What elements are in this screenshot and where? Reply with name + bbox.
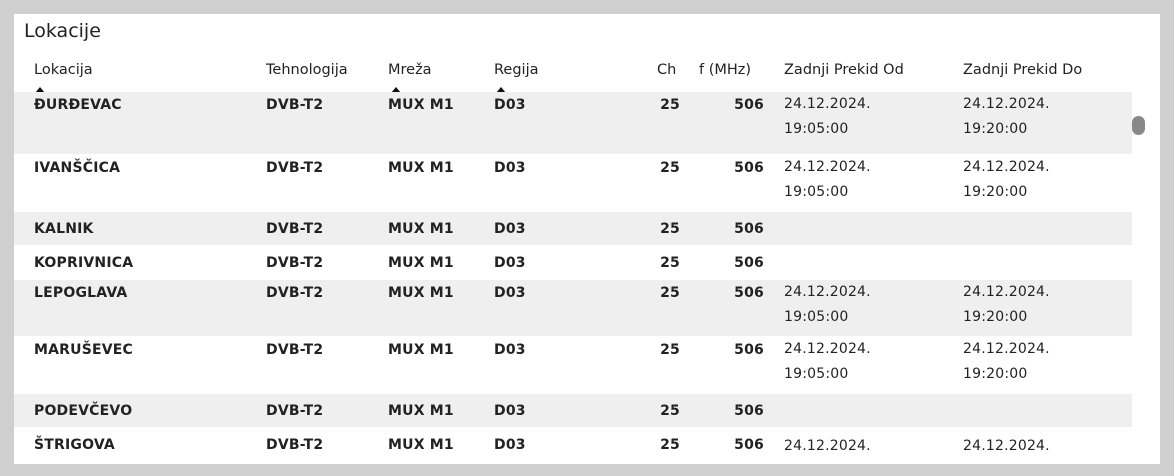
cell-f: 506 (734, 255, 764, 271)
cell-mreza: MUX M1 (388, 342, 454, 358)
column-header-regija[interactable]: Regija (494, 62, 539, 78)
do-date: 24.12.2024. (963, 341, 1050, 357)
cell-lokacija: ĐURĐEVAC (34, 97, 122, 113)
cell-tehnologija: DVB-T2 (266, 160, 324, 176)
do-time: 19:20:00 (963, 184, 1028, 200)
cell-f: 506 (734, 221, 764, 237)
cell-ch: 25 (660, 221, 680, 237)
column-header-zadnji-prekid-od[interactable]: Zadnji Prekid Od (784, 62, 904, 78)
cell-do: 24.12.2024. 19:20:00 (963, 280, 1050, 330)
od-date: 24.12.2024. (784, 341, 871, 357)
cell-regija: D03 (494, 437, 526, 453)
table-body: ĐURĐEVAC DVB-T2 MUX M1 D03 25 506 24.12.… (14, 92, 1132, 462)
column-header-zadnji-prekid-do[interactable]: Zadnji Prekid Do (963, 62, 1082, 78)
od-date: 24.12.2024. (784, 96, 871, 112)
od-time: 19:05:00 (784, 366, 849, 382)
cell-od: 24.12.2024. 19:05:00 (784, 92, 871, 142)
table-row[interactable]: ŠTRIGOVA DVB-T2 MUX M1 D03 25 506 24.12.… (14, 428, 1132, 462)
column-header-f-mhz[interactable]: f (MHz) (699, 62, 751, 78)
cell-lokacija: KOPRIVNICA (34, 255, 134, 271)
od-time: 19:05:00 (784, 184, 849, 200)
cell-lokacija: PODEVČEVO (34, 403, 133, 419)
cell-lokacija: ŠTRIGOVA (34, 437, 115, 453)
cell-regija: D03 (494, 255, 526, 271)
cell-do: 24.12.2024. 19:20:00 (963, 337, 1050, 387)
cell-f: 506 (734, 342, 764, 358)
cell-ch: 25 (660, 255, 680, 271)
cell-f: 506 (734, 97, 764, 113)
cell-mreza: MUX M1 (388, 97, 454, 113)
cell-do: 24.12.2024. 19:20:00 (963, 92, 1050, 142)
cell-lokacija: MARUŠEVEC (34, 342, 134, 358)
od-time: 19:05:00 (784, 309, 849, 325)
cell-tehnologija: DVB-T2 (266, 285, 324, 301)
cell-ch: 25 (660, 342, 680, 358)
cell-lokacija: LEPOGLAVA (34, 285, 128, 301)
cell-ch: 25 (660, 160, 680, 176)
cell-regija: D03 (494, 160, 526, 176)
cell-tehnologija: DVB-T2 (266, 221, 324, 237)
table-row[interactable]: IVANŠČICA DVB-T2 MUX M1 D03 25 506 24.12… (14, 155, 1132, 212)
cell-do: 24.12.2024. (963, 434, 1050, 459)
cell-ch: 25 (660, 403, 680, 419)
cell-tehnologija: DVB-T2 (266, 342, 324, 358)
cell-od: 24.12.2024. (784, 434, 871, 459)
cell-regija: D03 (494, 97, 526, 113)
od-date: 24.12.2024. (784, 284, 871, 300)
od-date: 24.12.2024. (784, 159, 871, 175)
cell-mreza: MUX M1 (388, 221, 454, 237)
cell-ch: 25 (660, 437, 680, 453)
do-date: 24.12.2024. (963, 159, 1050, 175)
cell-tehnologija: DVB-T2 (266, 403, 324, 419)
column-header-mreza[interactable]: Mreža (388, 62, 432, 78)
cell-od: 24.12.2024. 19:05:00 (784, 155, 871, 205)
od-time: 19:05:00 (784, 121, 849, 137)
cell-lokacija: IVANŠČICA (34, 160, 121, 176)
cell-f: 506 (734, 160, 764, 176)
cell-do: 24.12.2024. 19:20:00 (963, 155, 1050, 205)
cell-tehnologija: DVB-T2 (266, 437, 324, 453)
cell-regija: D03 (494, 285, 526, 301)
cell-mreza: MUX M1 (388, 403, 454, 419)
cell-ch: 25 (660, 97, 680, 113)
cell-mreza: MUX M1 (388, 285, 454, 301)
cell-tehnologija: DVB-T2 (266, 97, 324, 113)
column-header-ch[interactable]: Ch (657, 62, 676, 78)
cell-mreza: MUX M1 (388, 255, 454, 271)
cell-regija: D03 (494, 342, 526, 358)
table-row[interactable]: LEPOGLAVA DVB-T2 MUX M1 D03 25 506 24.12… (14, 280, 1132, 337)
cell-f: 506 (734, 285, 764, 301)
cell-regija: D03 (494, 403, 526, 419)
do-date: 24.12.2024. (963, 284, 1050, 300)
cell-od: 24.12.2024. 19:05:00 (784, 280, 871, 330)
cell-ch: 25 (660, 285, 680, 301)
cell-regija: D03 (494, 221, 526, 237)
column-header-tehnologija[interactable]: Tehnologija (266, 62, 348, 78)
do-time: 19:20:00 (963, 309, 1028, 325)
table-row[interactable]: KALNIK DVB-T2 MUX M1 D03 25 506 (14, 212, 1132, 246)
od-date: 24.12.2024. (784, 438, 871, 454)
cell-f: 506 (734, 437, 764, 453)
table-row[interactable]: KOPRIVNICA DVB-T2 MUX M1 D03 25 506 (14, 246, 1132, 280)
cell-f: 506 (734, 403, 764, 419)
do-date: 24.12.2024. (963, 438, 1050, 454)
table-row[interactable]: PODEVČEVO DVB-T2 MUX M1 D03 25 506 (14, 394, 1132, 428)
table-row[interactable]: ĐURĐEVAC DVB-T2 MUX M1 D03 25 506 24.12.… (14, 92, 1132, 155)
cell-od: 24.12.2024. 19:05:00 (784, 337, 871, 387)
do-time: 19:20:00 (963, 366, 1028, 382)
cell-lokacija: KALNIK (34, 221, 94, 237)
cell-tehnologija: DVB-T2 (266, 255, 324, 271)
vertical-scrollbar-thumb[interactable] (1132, 116, 1145, 135)
do-date: 24.12.2024. (963, 96, 1050, 112)
column-header-lokacija[interactable]: Lokacija (34, 62, 93, 78)
lokacije-panel: Lokacije Lokacija Tehnologija Mreža Regi… (14, 14, 1160, 464)
panel-title: Lokacije (24, 20, 101, 42)
cell-mreza: MUX M1 (388, 160, 454, 176)
do-time: 19:20:00 (963, 121, 1028, 137)
cell-mreza: MUX M1 (388, 437, 454, 453)
table-row[interactable]: MARUŠEVEC DVB-T2 MUX M1 D03 25 506 24.12… (14, 337, 1132, 394)
